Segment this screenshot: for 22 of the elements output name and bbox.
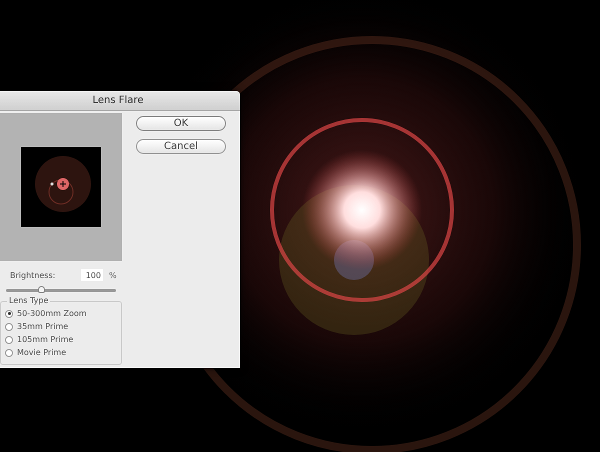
preview-area[interactable] [0,113,122,261]
brightness-label: Brightness: [10,270,56,280]
ok-button[interactable]: OK [136,116,226,131]
radio-button[interactable] [5,336,13,344]
option-label: 35mm Prime [17,322,68,331]
lens-option[interactable]: 35mm Prime [5,321,121,332]
lens-option[interactable]: 50-300mm Zoom [5,308,121,319]
brightness-field[interactable]: 100 [81,269,103,281]
radio-button[interactable] [5,322,13,330]
percent-label: % [109,270,117,280]
option-label: 50-300mm Zoom [17,309,87,318]
dialog-title: Lens Flare [92,95,144,106]
slider-thumb[interactable] [38,286,46,293]
group-title: Lens Type [7,296,50,305]
radio-button[interactable] [5,348,13,356]
option-label: Movie Prime [17,348,66,357]
option-label: 105mm Prime [17,335,74,344]
cancel-button[interactable]: Cancel [136,139,226,154]
lens-option[interactable]: 105mm Prime [5,334,121,345]
radio-button[interactable] [5,310,13,318]
lens-option[interactable]: Movie Prime [5,347,121,358]
brightness-slider[interactable] [6,289,116,292]
